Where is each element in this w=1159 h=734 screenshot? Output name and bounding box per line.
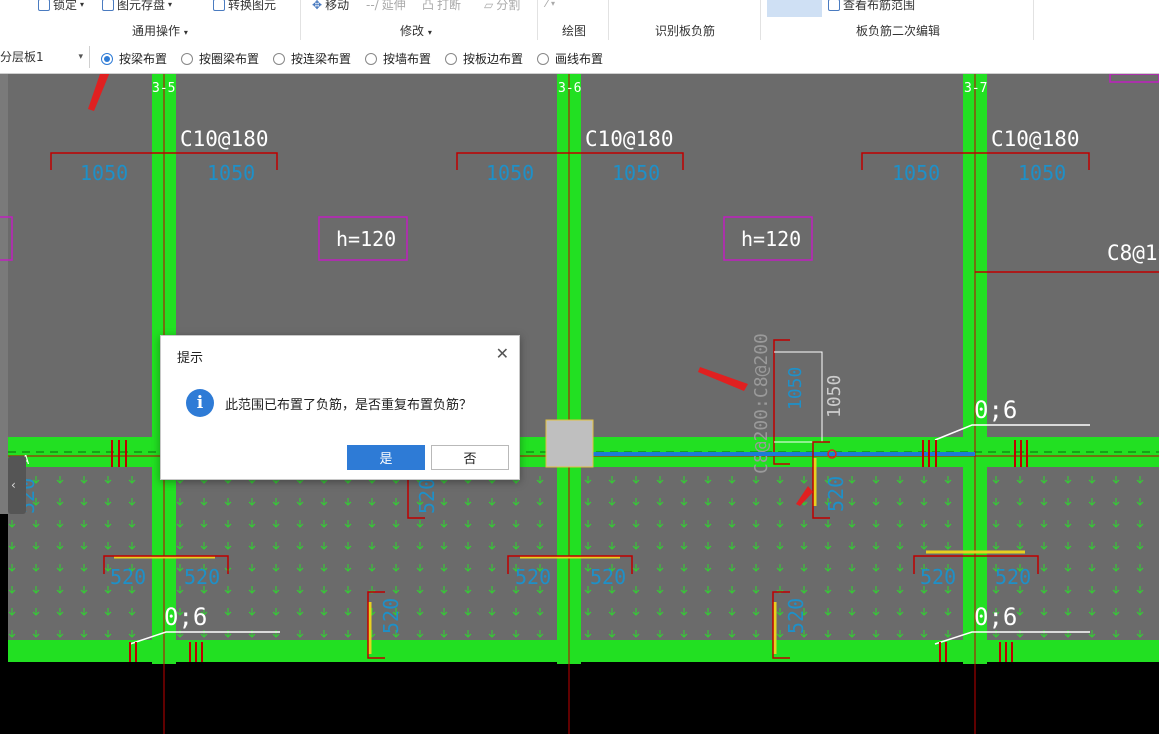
selected-tool-highlight[interactable]: [767, 0, 822, 17]
axis-label: 3-7: [964, 81, 987, 96]
extend-button[interactable]: --/延伸: [366, 0, 406, 13]
floor-select[interactable]: 分层板1 ▾: [0, 46, 90, 68]
code-label: 0;6: [974, 603, 1017, 631]
dim-label: 520: [590, 565, 626, 589]
svg-text:1050: 1050: [785, 367, 806, 410]
layout-options-bar: 分层板1 ▾ 按梁布置 按圈梁布置 按连梁布置 按墙布置 按板边布置 画线布置: [0, 42, 1159, 74]
ribbon-divider: [608, 0, 609, 40]
yes-button[interactable]: 是: [347, 445, 425, 470]
ribbon-divider: [1033, 0, 1034, 40]
axis-label: 3-6: [558, 81, 581, 96]
info-icon: i: [186, 389, 214, 417]
rebar-label: C10@180: [991, 127, 1080, 151]
dim-label: 520: [995, 565, 1031, 589]
dim-label: 520: [824, 476, 848, 512]
slab-height-label: h=120: [741, 227, 801, 251]
group-general-label: 通用操作 ▾: [132, 24, 188, 38]
ribbon-divider: [760, 0, 761, 40]
dialog-message: 此范围已布置了负筋，是否重复布置负筋？: [225, 398, 473, 413]
rebar-label: C10@180: [585, 127, 674, 151]
break-icon: 凸: [422, 0, 435, 12]
dim-label: 1050: [612, 161, 660, 185]
extend-icon: --/: [366, 0, 379, 12]
slab-height-label: h=120: [336, 227, 396, 251]
save-element-button[interactable]: 图元存盘 ▾: [102, 0, 172, 13]
dim-label: 1050: [892, 161, 940, 185]
convert-icon: [213, 0, 225, 11]
no-button[interactable]: 否: [431, 445, 509, 470]
pen-icon: ⁄: [546, 0, 549, 10]
break-button[interactable]: 凸打断: [422, 0, 461, 13]
group-draw-label: 绘图: [562, 24, 587, 38]
dim-label: 520: [184, 565, 220, 589]
ribbon-toolbar: 锁定 ▾ 图元存盘 ▾ 转换图元 通用操作 ▾ ✥ 移动 --/延伸 凸打断 ▱ 分割 …: [0, 0, 1159, 43]
radio-by-wall[interactable]: 按墙布置: [365, 50, 431, 67]
radio-by-beam[interactable]: 按梁布置: [101, 50, 167, 67]
collapse-panel-handle[interactable]: ‹: [8, 456, 26, 514]
dim-label: 520: [784, 598, 808, 634]
confirm-dialog: 提示 ✕ i 此范围已布置了负筋，是否重复布置负筋？ 是 否: [160, 335, 520, 480]
dim-label: 1050: [1018, 161, 1066, 185]
split-button[interactable]: ▱ 分割: [484, 0, 520, 13]
move-icon: ✥: [312, 0, 323, 12]
dim-label: 520: [515, 565, 551, 589]
chevron-down-icon: ▾: [78, 52, 83, 62]
radio-dot: [445, 52, 457, 65]
draw-button[interactable]: ⁄ ▾: [546, 0, 555, 10]
radio-dot: [181, 52, 193, 65]
lock-button[interactable]: 锁定 ▾: [38, 0, 84, 13]
split-icon: ▱: [484, 0, 494, 12]
dim-label: 520: [379, 598, 403, 634]
radio-by-ring-beam[interactable]: 按圈梁布置: [181, 50, 259, 67]
radio-dot: [101, 52, 113, 65]
rebar-label: C8@19: [1107, 241, 1159, 265]
radio-dot: [365, 52, 377, 65]
view-rebar-range-button[interactable]: 查看布筋范围: [828, 0, 915, 13]
svg-text:1050: 1050: [824, 375, 845, 418]
group-identify-label: 识别板负筋: [655, 24, 716, 38]
disk-icon: [102, 0, 114, 11]
radio-dot: [273, 52, 285, 65]
range-icon: [828, 0, 840, 11]
dim-label: 1050: [80, 161, 128, 185]
lock-icon: [38, 0, 50, 11]
radio-by-slab-edge[interactable]: 按板边布置: [445, 50, 523, 67]
dim-label: 1050: [207, 161, 255, 185]
dialog-title: 提示: [177, 351, 204, 366]
group-secondary-label: 板负筋二次编辑: [856, 24, 941, 38]
move-button[interactable]: ✥ 移动: [312, 0, 349, 13]
dim-label: 520: [920, 565, 956, 589]
radio-dot: [537, 52, 549, 65]
chevron-left-icon: ‹: [11, 478, 16, 492]
close-icon[interactable]: ✕: [496, 344, 509, 363]
code-label: 0;6: [974, 396, 1017, 424]
dim-label: 520: [110, 565, 146, 589]
radio-by-line[interactable]: 画线布置: [537, 50, 603, 67]
ribbon-divider: [537, 0, 538, 40]
axis-label: 3-5: [152, 81, 175, 96]
left-edge-strip: [0, 74, 8, 514]
column: [545, 419, 594, 468]
convert-element-button[interactable]: 转换图元: [213, 0, 276, 13]
dim-label: 520: [415, 478, 439, 514]
dim-label: 1050: [486, 161, 534, 185]
code-label: 0;6: [164, 603, 207, 631]
radio-by-coupling-beam[interactable]: 按连梁布置: [273, 50, 351, 67]
ribbon-divider: [300, 0, 301, 40]
group-modify-label: 修改 ▾: [400, 24, 432, 38]
rebar-label: C10@180: [180, 127, 269, 151]
